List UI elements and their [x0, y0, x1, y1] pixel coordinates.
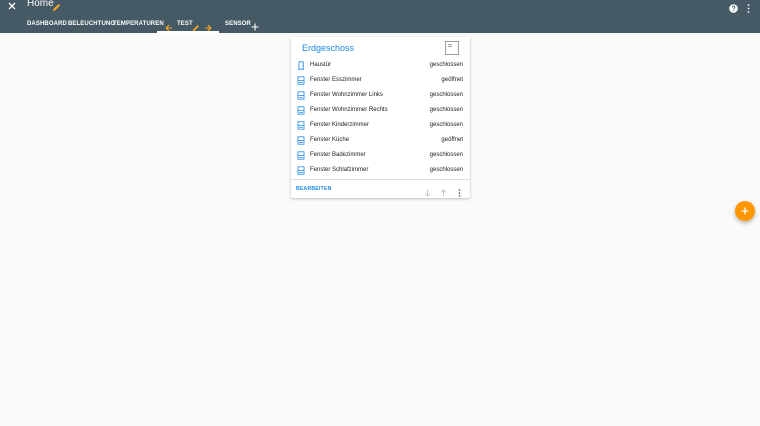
entity-state: geöffnet [441, 137, 463, 143]
selected-tab-indicator [157, 31, 219, 33]
entity-state: geschlossen [429, 92, 463, 98]
entity-name: Fenster Kinderzimmer [310, 122, 370, 128]
window-icon [297, 121, 305, 130]
tab-sensor[interactable]: SENSOR [225, 15, 251, 33]
entity-state: geschlossen [429, 122, 463, 128]
entity-row[interactable]: Fenster Badezimmer geschlossen [291, 148, 470, 163]
window-icon [297, 106, 305, 115]
more-vert-icon [458, 189, 461, 197]
card-thumbnail-icon [445, 41, 459, 55]
entity-name: Fenster Schlafzimmer [310, 167, 369, 173]
help-button[interactable] [729, 0, 739, 13]
window-icon [297, 136, 305, 145]
edit-view-button[interactable] [192, 19, 202, 32]
door-icon [297, 61, 305, 70]
move-tab-left-button[interactable] [165, 19, 175, 32]
window-icon [297, 151, 305, 160]
plus-icon [251, 23, 259, 31]
top-toolbar: Home DASHBOARD BELEUCHTUNG TEMPERATUREN … [0, 0, 760, 33]
entity-name: Fenster Küche [310, 137, 350, 143]
add-card-button[interactable] [735, 201, 755, 221]
entity-row[interactable]: Fenster Esszimmer geöffnet [291, 73, 470, 88]
edit-card-button[interactable]: BEARBEITEN [296, 185, 332, 193]
page-title: Home [27, 0, 54, 9]
tab-beleuchtung[interactable]: BELEUCHTUNG [68, 15, 115, 33]
entity-state: geschlossen [429, 152, 463, 158]
entity-name: Haustür [310, 62, 332, 68]
edit-title-button[interactable] [52, 0, 62, 11]
entity-name: Fenster Esszimmer [310, 77, 362, 83]
pencil-icon [53, 4, 60, 11]
move-card-down-button[interactable] [424, 184, 432, 197]
entities-card: Erdgeschoss Haustür geschlossen Fenster … [291, 37, 470, 198]
help-icon [729, 4, 738, 13]
move-tab-right-button[interactable] [204, 19, 214, 32]
entity-name: Fenster Wohnzimmer Rechts [310, 107, 388, 113]
arrow-down-icon [424, 189, 431, 197]
card-options-button[interactable] [456, 184, 464, 197]
entity-row[interactable]: Fenster Wohnzimmer Links geschlossen [291, 88, 470, 103]
window-icon [297, 166, 305, 175]
entity-state: geschlossen [429, 107, 463, 113]
entity-row[interactable]: Fenster Wohnzimmer Rechts geschlossen [291, 103, 470, 118]
entity-state: geschlossen [429, 167, 463, 173]
add-view-button[interactable] [251, 18, 261, 31]
tab-dashboard[interactable]: DASHBOARD [27, 15, 67, 33]
entity-row[interactable]: Fenster Kinderzimmer geschlossen [291, 118, 470, 133]
more-vert-icon [747, 4, 750, 13]
more-menu-button[interactable] [745, 0, 753, 13]
entity-row[interactable]: Haustür geschlossen [291, 58, 470, 73]
plus-icon [741, 207, 749, 215]
card-actions-divider [291, 179, 470, 180]
arrow-up-icon [440, 189, 447, 197]
entity-name: Fenster Badezimmer [310, 152, 366, 158]
window-icon [297, 91, 305, 100]
close-icon [8, 2, 16, 10]
entity-state: geschlossen [429, 62, 463, 68]
move-card-up-button[interactable] [440, 184, 448, 197]
close-edit-button[interactable] [5, 0, 19, 14]
entity-row[interactable]: Fenster Küche geöffnet [291, 133, 470, 148]
card-title: Erdgeschoss [302, 43, 355, 53]
entity-name: Fenster Wohnzimmer Links [310, 92, 383, 98]
entity-row[interactable]: Fenster Schlafzimmer geschlossen [291, 163, 470, 178]
window-icon [297, 76, 305, 85]
entity-state: geöffnet [441, 77, 463, 83]
